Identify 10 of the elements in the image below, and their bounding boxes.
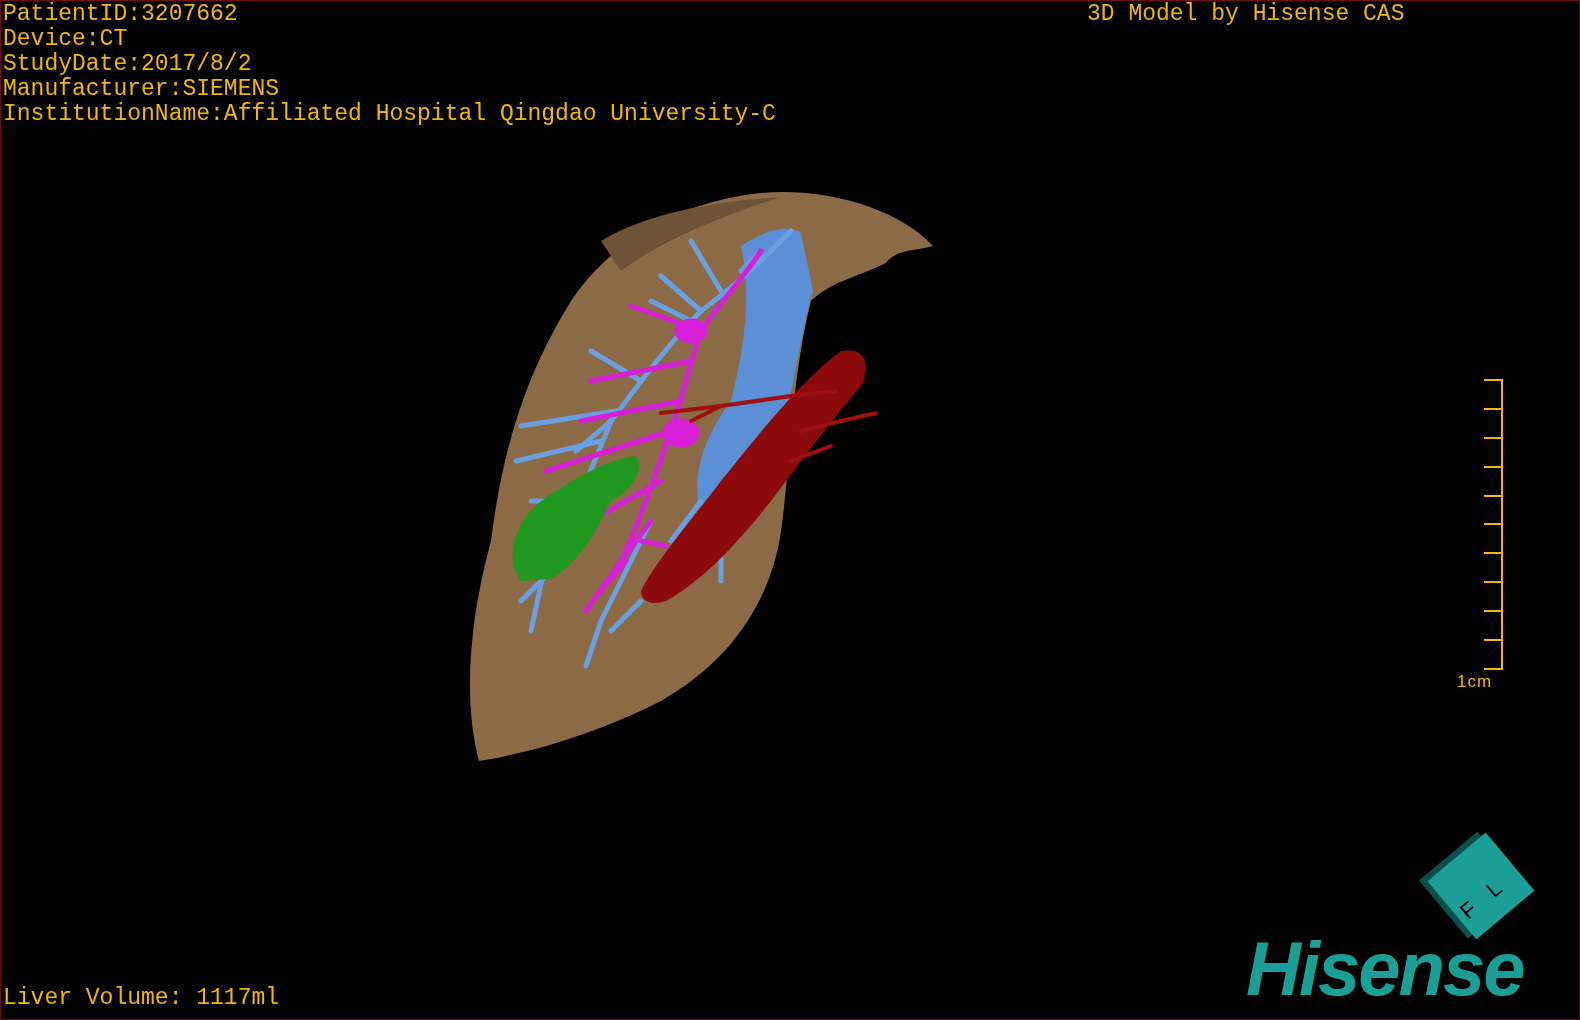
viewer-title: 3D Model by Hisense CAS [1087, 2, 1405, 27]
scale-label: 1cm [1457, 672, 1493, 692]
cube-face-label: F [1456, 897, 1481, 924]
cube-face-label: L [1482, 876, 1507, 902]
study-info-line: Manufacturer:SIEMENS [3, 77, 281, 102]
study-info-line: InstitutionName:Affiliated Hospital Qingdao University-C [3, 102, 776, 127]
study-info-line: Device:CT [3, 27, 129, 52]
liver-volume-label: Liver Volume: 1117ml [3, 986, 280, 1011]
study-info-line: StudyDate:2017/8/2 [3, 52, 253, 77]
study-info-line: PatientID:3207662 [3, 2, 239, 27]
